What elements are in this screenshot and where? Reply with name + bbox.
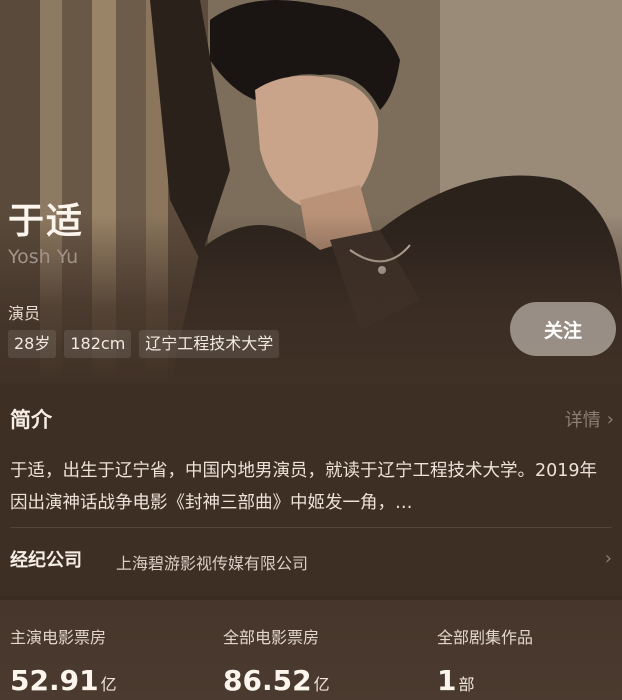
profile-tags: 28岁 182cm 辽宁工程技术大学 bbox=[8, 330, 280, 358]
intro-text: 于适，出生于辽宁省，中国内地男演员，就读于辽宁工程技术大学。2019年因出演神话… bbox=[10, 461, 598, 513]
chevron-right-icon: › bbox=[606, 408, 614, 430]
school-tag: 辽宁工程技术大学 bbox=[139, 330, 280, 358]
agency-value[interactable]: 上海碧游影视传媒有限公司 bbox=[116, 550, 308, 574]
stat-label: 全部剧集作品 bbox=[437, 628, 534, 647]
stat-unit: 亿 bbox=[313, 675, 330, 694]
stat-unit: 亿 bbox=[100, 675, 117, 694]
intro-heading: 简介 bbox=[10, 408, 52, 432]
stat-label: 主演电影票房 bbox=[10, 628, 107, 647]
stat-total-box-office[interactable]: 全部电影票房 86.52 亿 bbox=[223, 624, 330, 697]
stat-number: 1 bbox=[437, 664, 457, 697]
age-tag: 28岁 bbox=[8, 330, 57, 358]
actor-role: 演员 bbox=[8, 304, 41, 323]
stat-series-works[interactable]: 全部剧集作品 1部 bbox=[437, 624, 534, 697]
actor-name: 于适 bbox=[8, 201, 85, 242]
hero-gradient-overlay bbox=[0, 214, 622, 384]
section-divider bbox=[10, 527, 612, 528]
stat-number: 52.91 bbox=[10, 664, 99, 697]
stat-value: 86.52 亿 bbox=[223, 664, 330, 697]
follow-button[interactable]: 关注 bbox=[510, 302, 616, 356]
stat-number: 86.52 bbox=[223, 664, 312, 697]
stat-unit: 部 bbox=[458, 675, 475, 694]
details-label: 详情 bbox=[564, 410, 601, 431]
actor-english-name: Yosh Yu bbox=[8, 246, 79, 268]
height-tag: 182cm bbox=[64, 330, 132, 358]
stat-lead-box-office[interactable]: 主演电影票房 52.91 亿 bbox=[10, 624, 117, 697]
agency-label: 经纪公司 bbox=[10, 550, 82, 571]
details-link[interactable]: 详情 › bbox=[565, 406, 614, 432]
stat-value: 1部 bbox=[437, 664, 475, 697]
agency-chevron-right-icon[interactable]: › bbox=[605, 548, 612, 569]
stat-label: 全部电影票房 bbox=[223, 628, 320, 647]
stat-value: 52.91 亿 bbox=[10, 664, 117, 697]
